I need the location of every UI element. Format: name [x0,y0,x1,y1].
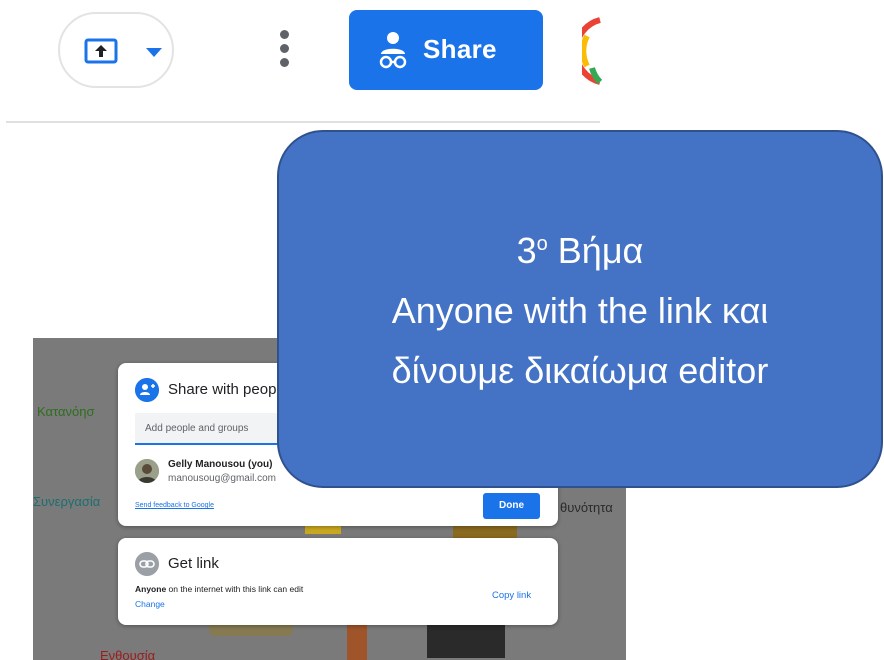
google-account-icon[interactable] [582,16,602,86]
avatar [135,459,159,483]
upload-button[interactable] [58,12,174,88]
slide-text-understanding: Κατανόησ [37,404,95,419]
get-link-dialog: Get link Anyone on the internet with thi… [118,538,558,625]
slide-text-enthusiasm: Ενθουσία [100,648,156,660]
instruction-callout: 3ο Βήμα Anyone with the link και δίνουμε… [277,130,883,488]
change-access-link[interactable]: Change [135,599,165,609]
toolbar-divider [6,121,600,123]
more-vert-icon[interactable] [278,30,290,72]
add-person-icon [135,378,159,402]
callout-line-3: δίνουμε δικαίωμα editor [391,350,769,391]
upload-arrow-icon [84,38,118,64]
callout-line-2: Anyone with the link και [391,290,769,331]
link-access-rest: on the internet with this link can edit [166,584,304,594]
slide-image-bottle [347,622,367,660]
send-feedback-link[interactable]: Send feedback to Google [135,502,214,509]
slide-image-yellow [305,526,341,534]
slide-image-photo [427,622,505,658]
link-icon [135,552,159,576]
share-dialog-title: Share with peop [168,381,277,398]
user-name: Gelly Manousou (you) [168,459,273,470]
step-superscript: ο [536,233,548,255]
link-access-scope: Anyone [135,584,167,594]
slide-text-collaboration: Συνεργασία [33,494,101,509]
step-word: Βήμα [547,230,644,271]
chevron-down-icon[interactable] [146,48,162,57]
share-button[interactable]: Share [349,10,543,90]
link-access-description: Anyone on the internet with this link ca… [135,584,303,594]
step-number: 3 [516,230,537,271]
callout-step-title: 3ο Βήμα [279,230,881,272]
get-link-title: Get link [168,555,219,572]
slide-text-responsibility: θυνότητα [560,500,613,515]
share-people-icon [379,32,407,69]
copy-link-button[interactable]: Copy link [492,590,531,601]
user-email: manousoug@gmail.com [168,473,276,484]
done-button[interactable]: Done [483,493,540,519]
slide-image-banana [453,526,517,538]
share-label: Share [423,34,497,64]
